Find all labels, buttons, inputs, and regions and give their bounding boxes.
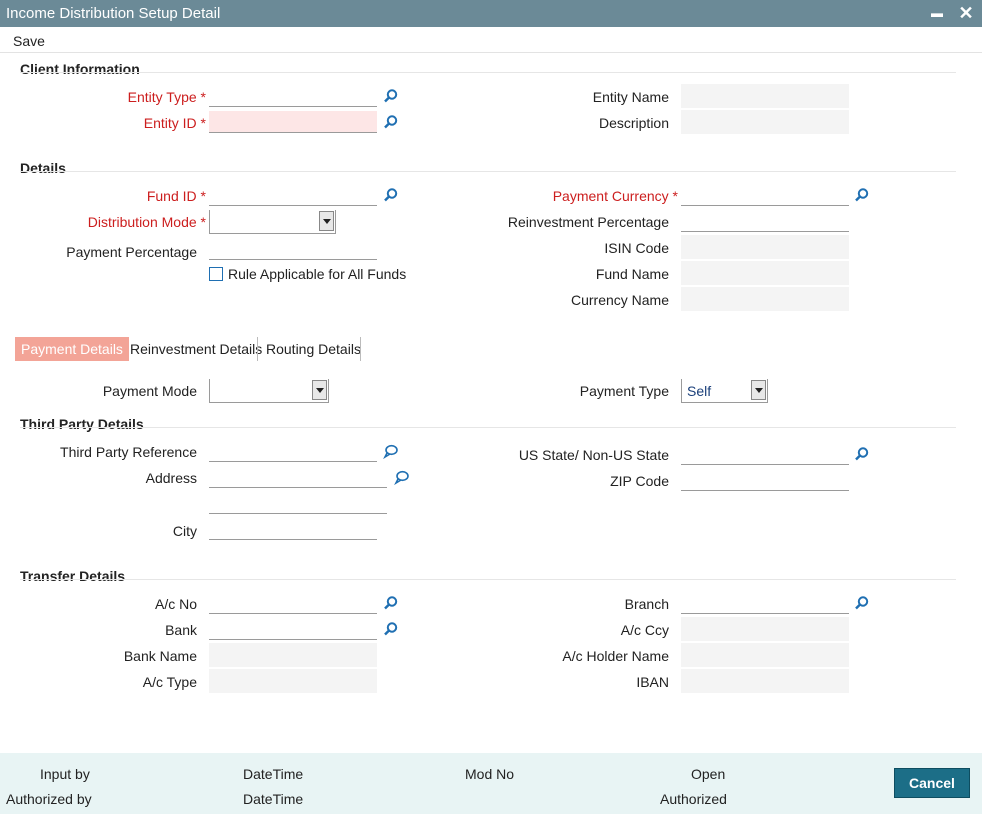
divider xyxy=(20,579,956,580)
branch-label: Branch xyxy=(624,596,669,612)
search-icon[interactable] xyxy=(383,114,399,130)
tab-routing-details[interactable]: Routing Details xyxy=(260,337,367,361)
payment-type-select[interactable]: Self xyxy=(681,379,768,403)
entity-id-input[interactable] xyxy=(209,111,377,133)
comment-icon[interactable] xyxy=(394,469,410,485)
us-state-input[interactable] xyxy=(681,443,849,465)
payment-type-value: Self xyxy=(687,383,712,399)
entity-name-field xyxy=(681,84,849,108)
search-icon[interactable] xyxy=(383,88,399,104)
authorized-status-label: Authorized xyxy=(660,791,727,807)
auth-datetime-label: DateTime xyxy=(243,791,304,807)
search-icon[interactable] xyxy=(854,446,870,462)
payment-mode-select[interactable] xyxy=(209,379,329,403)
chevron-down-icon[interactable] xyxy=(312,380,327,400)
payment-currency-input[interactable] xyxy=(681,184,849,206)
isin-code-label: ISIN Code xyxy=(604,240,669,256)
tab-reinvestment-details[interactable]: Reinvestment Details xyxy=(124,337,268,361)
address-label: Address xyxy=(145,470,197,486)
payment-percentage-label: Payment Percentage xyxy=(66,244,197,260)
payment-mode-label: Payment Mode xyxy=(102,383,197,399)
entity-type-input[interactable] xyxy=(209,85,377,107)
bank-label: Bank xyxy=(165,622,197,638)
city-label: City xyxy=(172,523,197,539)
distribution-mode-select[interactable] xyxy=(209,210,336,234)
ac-holder-name-label: A/c Holder Name xyxy=(562,648,669,664)
isin-code-field xyxy=(681,235,849,259)
description-field xyxy=(681,110,849,134)
input-datetime-label: DateTime xyxy=(243,766,304,782)
tab-payment-details[interactable]: Payment Details xyxy=(15,337,129,361)
bank-name-label: Bank Name xyxy=(123,648,197,664)
cancel-button[interactable]: Cancel xyxy=(894,768,970,798)
ac-ccy-label: A/c Ccy xyxy=(620,622,669,638)
currency-name-field xyxy=(681,287,849,311)
iban-label: IBAN xyxy=(636,674,669,690)
zip-code-input[interactable] xyxy=(681,469,849,491)
rule-all-funds-label: Rule Applicable for All Funds xyxy=(228,266,407,282)
tab-separator xyxy=(257,337,258,361)
reinvestment-percentage-label: Reinvestment Percentage xyxy=(507,214,669,230)
ac-type-field xyxy=(209,669,377,693)
iban-field xyxy=(681,669,849,693)
payment-currency-label: Payment Currency xyxy=(553,188,678,204)
title-bar: Income Distribution Setup Detail ▬ ✕ xyxy=(0,0,982,27)
rule-all-funds-checkbox[interactable] xyxy=(209,267,223,281)
window-title: Income Distribution Setup Detail xyxy=(6,5,221,22)
bank-input[interactable] xyxy=(209,618,377,640)
address-line1-input[interactable] xyxy=(209,466,387,488)
fund-name-field xyxy=(681,261,849,285)
zip-code-label: ZIP Code xyxy=(610,473,669,489)
search-icon[interactable] xyxy=(854,595,870,611)
close-icon[interactable]: ✕ xyxy=(955,2,977,24)
us-state-label: US State/ Non-US State xyxy=(518,447,669,463)
search-icon[interactable] xyxy=(383,187,399,203)
minimize-icon[interactable]: ▬ xyxy=(926,2,948,24)
tab-separator xyxy=(360,337,361,361)
divider xyxy=(20,171,956,172)
description-label: Description xyxy=(598,115,669,131)
currency-name-label: Currency Name xyxy=(570,292,669,308)
fund-id-input[interactable] xyxy=(209,184,377,206)
chevron-down-icon[interactable] xyxy=(319,211,334,231)
save-menu-item[interactable]: Save xyxy=(13,33,45,49)
authorized-by-label: Authorized by xyxy=(6,791,92,807)
city-input[interactable] xyxy=(209,518,377,540)
distribution-mode-label: Distribution Mode xyxy=(88,214,206,230)
section-client-information: Client Information xyxy=(20,61,140,77)
reinvestment-percentage-input[interactable] xyxy=(681,210,849,232)
ac-no-input[interactable] xyxy=(209,592,377,614)
address-line2-input[interactable] xyxy=(209,492,387,514)
ac-holder-name-field xyxy=(681,643,849,667)
payment-type-label: Payment Type xyxy=(579,383,669,399)
divider xyxy=(20,427,956,428)
footer xyxy=(0,753,982,814)
divider xyxy=(20,72,956,73)
comment-icon[interactable] xyxy=(383,443,399,459)
section-third-party-details: Third Party Details xyxy=(20,416,144,432)
bank-name-field xyxy=(209,643,377,667)
branch-input[interactable] xyxy=(681,592,849,614)
third-party-reference-label: Third Party Reference xyxy=(60,444,197,460)
search-icon[interactable] xyxy=(383,595,399,611)
ac-no-label: A/c No xyxy=(154,596,197,612)
fund-name-label: Fund Name xyxy=(595,266,669,282)
search-icon[interactable] xyxy=(383,621,399,637)
open-status-label: Open xyxy=(691,766,726,782)
search-icon[interactable] xyxy=(854,187,870,203)
entity-type-label: Entity Type xyxy=(128,89,206,105)
entity-id-label: Entity ID xyxy=(144,115,206,131)
entity-name-label: Entity Name xyxy=(592,89,669,105)
fund-id-label: Fund ID xyxy=(147,188,206,204)
menu-bar: Save xyxy=(0,27,982,53)
section-details: Details xyxy=(20,160,66,176)
mod-no-label: Mod No xyxy=(465,766,515,782)
payment-percentage-input[interactable] xyxy=(209,238,377,260)
third-party-reference-input[interactable] xyxy=(209,440,377,462)
chevron-down-icon[interactable] xyxy=(751,380,766,400)
input-by-label: Input by xyxy=(40,766,90,782)
ac-ccy-field xyxy=(681,617,849,641)
ac-type-label: A/c Type xyxy=(142,674,197,690)
section-transfer-details: Transfer Details xyxy=(20,568,126,584)
